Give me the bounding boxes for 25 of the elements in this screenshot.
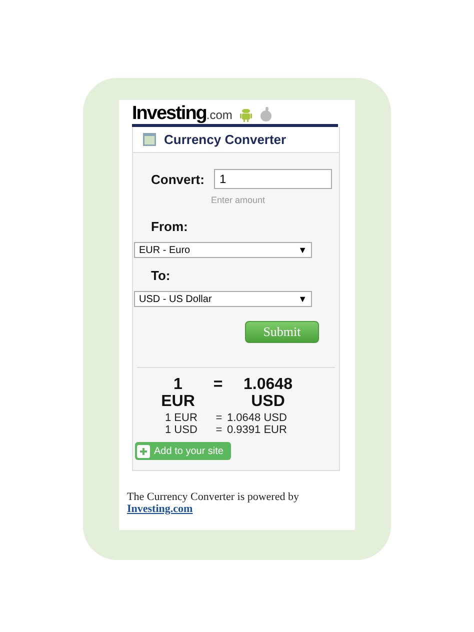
rate-equals: = xyxy=(214,424,224,436)
logo: Investing.com xyxy=(132,103,232,125)
to-code: USD xyxy=(251,393,285,410)
rate-left: 1 EUR xyxy=(165,412,198,424)
result-equals: = xyxy=(213,376,223,393)
amount-hint: Enter amount xyxy=(211,195,266,205)
from-code: EUR xyxy=(161,393,195,410)
amount-field[interactable]: 1 xyxy=(214,169,332,189)
footer-text: The Currency Converter is powered by xyxy=(127,491,300,503)
convert-label: Convert: xyxy=(150,172,204,186)
rate-right: 1.0648 USD xyxy=(227,412,288,424)
android-icon[interactable] xyxy=(240,106,252,122)
result-value: 1.0648 xyxy=(244,376,292,393)
rate-left: 1 USD xyxy=(165,424,198,436)
investing-link[interactable]: Investing.com xyxy=(127,503,193,515)
to-select[interactable]: USD - US Dollar ▼ xyxy=(134,291,312,307)
to-label: To: xyxy=(150,268,172,283)
calculator-icon xyxy=(143,133,156,146)
rate-equals: = xyxy=(214,412,224,424)
plus-icon xyxy=(137,444,150,458)
rate-right: 0.9391 EUR xyxy=(227,424,288,436)
from-label: From: xyxy=(150,219,189,234)
widget-title: Currency Converter xyxy=(164,132,286,147)
result-amount: 1 xyxy=(174,376,182,393)
from-select[interactable]: EUR - Euro ▼ xyxy=(134,242,312,258)
